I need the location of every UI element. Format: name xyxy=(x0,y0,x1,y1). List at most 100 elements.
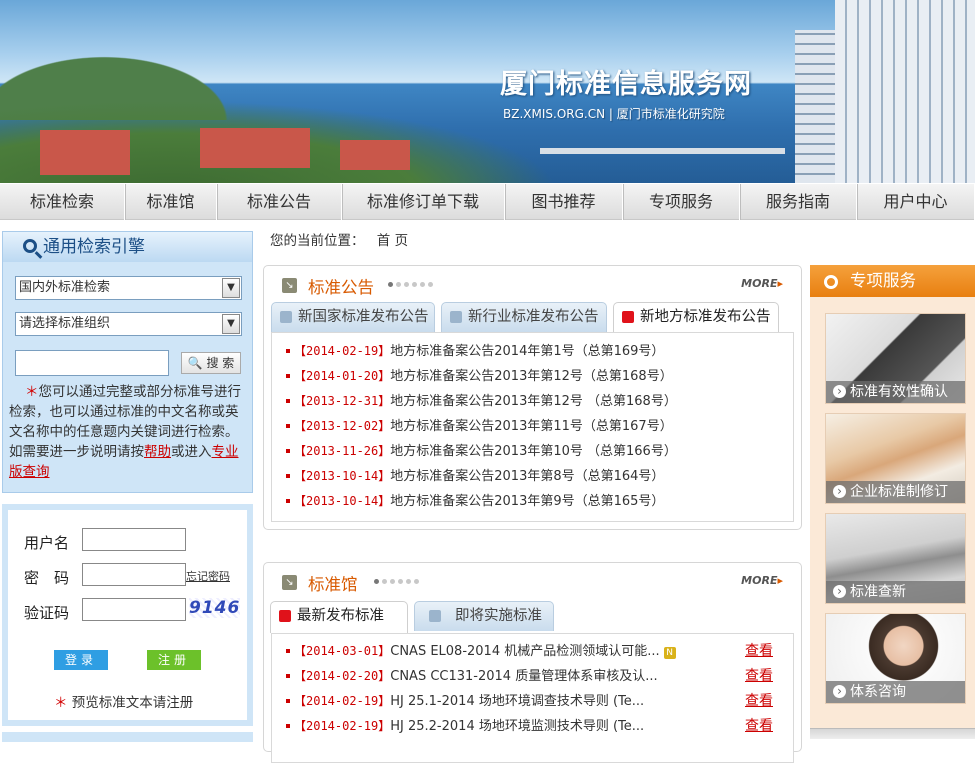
service-label: 标准查新 xyxy=(826,581,965,603)
arrow-box-icon: ↘ xyxy=(282,278,297,293)
tab-label: 新地方标准发布公告 xyxy=(640,309,771,325)
nav-item-book-recommend[interactable]: 图书推荐 xyxy=(505,184,623,220)
nav-item-revision-download[interactable]: 标准修订单下载 xyxy=(342,184,505,220)
left-bottom-panel xyxy=(2,732,253,742)
search-button-icon: 🔍 xyxy=(187,356,203,370)
service-label: 体系咨询 xyxy=(826,681,965,703)
item-date: 【2013-12-31】 xyxy=(294,394,391,408)
nav-item-standard-announcements[interactable]: 标准公告 xyxy=(217,184,342,220)
list-item[interactable]: 【2014-02-19】地方标准备案公告2014年第1号（总第169号） xyxy=(272,339,793,364)
chevron-down-icon[interactable]: ▼ xyxy=(222,278,240,298)
tab-local-announcements[interactable]: 新地方标准发布公告 xyxy=(613,302,779,334)
item-title[interactable]: 地方标准备案公告2013年第9号（总第165号） xyxy=(390,494,664,509)
view-link[interactable]: 查看 xyxy=(745,714,773,739)
keyword-input[interactable] xyxy=(15,350,169,376)
login-panel: 用户名 密 码 忘记密码 验证码 9146 登录 注册 ＊ 预览标准文本请注册 xyxy=(2,504,253,726)
tab-upcoming-implementation[interactable]: 即将实施标准 xyxy=(414,601,554,631)
tab-icon xyxy=(450,311,462,323)
login-button[interactable]: 登录 xyxy=(54,650,108,670)
nav-item-standard-search[interactable]: 标准检索 xyxy=(0,184,125,220)
tab-national-announcements[interactable]: 新国家标准发布公告 xyxy=(271,302,435,332)
nav-item-user-center[interactable]: 用户中心 xyxy=(857,184,975,220)
item-title[interactable]: HJ 25.2-2014 场地环境监测技术导则 (Te... xyxy=(390,719,644,734)
list-item[interactable]: 【2014-02-20】CNAS CC131-2014 质量管理体系审核及认..… xyxy=(272,664,793,689)
chevron-down-icon[interactable]: ▼ xyxy=(222,314,240,334)
banner-building xyxy=(200,128,310,168)
nav-item-special-services[interactable]: 专项服务 xyxy=(623,184,740,220)
breadcrumb-label: 您的当前位置： xyxy=(270,233,365,249)
nav-item-standard-library[interactable]: 标准馆 xyxy=(125,184,217,220)
standard-type-select-value: 国内外标准检索 xyxy=(19,280,111,295)
username-label: 用户名 xyxy=(24,534,70,552)
standard-org-select-value: 请选择标准组织 xyxy=(19,316,111,331)
service-validity-check[interactable]: 标准有效性确认 xyxy=(825,313,966,404)
right-bottom-panel xyxy=(810,728,975,739)
help-link[interactable]: 帮助 xyxy=(144,444,171,460)
announcements-more-link[interactable]: MORE xyxy=(741,277,783,290)
item-date: 【2014-02-19】 xyxy=(294,694,391,708)
service-system-consulting[interactable]: 体系咨询 xyxy=(825,613,966,704)
captcha-field[interactable] xyxy=(82,598,186,621)
list-item[interactable]: 【2014-02-19】HJ 25.2-2014 场地环境监测技术导则 (Te.… xyxy=(272,714,793,739)
item-title[interactable]: 地方标准备案公告2014年第1号（总第169号） xyxy=(390,344,664,359)
item-title[interactable]: 地方标准备案公告2013年第12号 （总第168号） xyxy=(390,394,677,409)
list-item[interactable]: 【2014-02-19】HJ 25.1-2014 场地环境调查技术导则 (Te.… xyxy=(272,689,793,714)
view-link[interactable]: 查看 xyxy=(745,639,773,664)
search-button[interactable]: 🔍 搜 索 xyxy=(181,352,241,374)
site-banner: 厦门标准信息服务网 BZ.XMIS.ORG.CN | 厦门市标准化研究院 xyxy=(0,0,975,183)
captcha-image[interactable]: 9146 xyxy=(189,598,241,618)
library-list: 【2014-03-01】CNAS EL08-2014 机械产品检测领域认可能..… xyxy=(271,633,794,763)
standard-type-select[interactable]: 国内外标准检索 ▼ xyxy=(15,276,242,300)
special-services-title: 专项服务 xyxy=(810,265,975,297)
item-date: 【2013-10-14】 xyxy=(294,494,391,508)
list-item[interactable]: 【2013-10-14】地方标准备案公告2013年第9号（总第165号） xyxy=(272,489,793,514)
nav-item-service-guide[interactable]: 服务指南 xyxy=(740,184,857,220)
announcements-header: ↘ 标准公告 MORE xyxy=(264,266,801,302)
item-date: 【2014-02-19】 xyxy=(294,719,391,733)
asterisk-icon: ＊ xyxy=(25,384,39,400)
tab-icon xyxy=(279,610,291,622)
list-item[interactable]: 【2014-03-01】CNAS EL08-2014 机械产品检测领域认可能..… xyxy=(272,639,793,664)
list-item[interactable]: 【2014-01-20】地方标准备案公告2013年第12号（总第168号） xyxy=(272,364,793,389)
item-title[interactable]: 地方标准备案公告2013年第12号（总第168号） xyxy=(390,369,672,384)
tab-label: 新国家标准发布公告 xyxy=(298,309,429,325)
breadcrumb-home-link[interactable]: 首 页 xyxy=(377,233,408,249)
forgot-password-link[interactable]: 忘记密码 xyxy=(186,568,230,584)
username-field[interactable] xyxy=(82,528,186,551)
item-title[interactable]: HJ 25.1-2014 场地环境调查技术导则 (Te... xyxy=(390,694,644,709)
search-panel-header: 通用检索引擎 xyxy=(3,232,252,262)
library-panel: ↘ 标准馆 MORE 最新发布标准 即将实施标准 【2014-03-01】CNA… xyxy=(263,562,802,763)
service-enterprise-standard[interactable]: 企业标准制修订 xyxy=(825,413,966,504)
item-title[interactable]: 地方标准备案公告2013年第10号 （总第166号） xyxy=(390,444,677,459)
tab-icon xyxy=(280,311,292,323)
search-button-label: 搜 索 xyxy=(206,356,235,370)
tab-label: 即将实施标准 xyxy=(455,608,542,624)
library-more-link[interactable]: MORE xyxy=(741,574,783,587)
item-title[interactable]: 地方标准备案公告2013年第8号（总第164号） xyxy=(390,469,664,484)
asterisk-icon: ＊ xyxy=(54,695,68,711)
list-item[interactable]: 【2013-11-26】地方标准备案公告2013年第10号 （总第166号） xyxy=(272,439,793,464)
banner-building xyxy=(340,140,410,170)
item-date: 【2013-12-02】 xyxy=(294,419,391,433)
new-badge: N xyxy=(663,647,676,659)
tab-icon xyxy=(622,311,634,323)
list-item[interactable]: 【2013-12-31】地方标准备案公告2013年第12号 （总第168号） xyxy=(272,389,793,414)
search-help-mid: 或进入 xyxy=(171,444,212,460)
banner-pier xyxy=(540,148,785,154)
item-title[interactable]: CNAS CC131-2014 质量管理体系审核及认... xyxy=(390,669,657,684)
register-button[interactable]: 注册 xyxy=(147,650,201,670)
search-panel: 通用检索引擎 国内外标准检索 ▼ 请选择标准组织 ▼ 🔍 搜 索 ＊您可以通过完… xyxy=(2,231,253,493)
password-field[interactable] xyxy=(82,563,186,586)
view-link[interactable]: 查看 xyxy=(745,664,773,689)
view-link[interactable]: 查看 xyxy=(745,689,773,714)
list-item[interactable]: 【2013-10-14】地方标准备案公告2013年第8号（总第164号） xyxy=(272,464,793,489)
tab-label: 最新发布标准 xyxy=(297,608,384,624)
tab-latest-published[interactable]: 最新发布标准 xyxy=(270,601,408,633)
tab-industry-announcements[interactable]: 新行业标准发布公告 xyxy=(441,302,607,332)
item-title[interactable]: 地方标准备案公告2013年第11号（总第167号） xyxy=(390,419,672,434)
item-title[interactable]: CNAS EL08-2014 机械产品检测领域认可能... xyxy=(390,644,659,659)
list-item[interactable]: 【2013-12-02】地方标准备案公告2013年第11号（总第167号） xyxy=(272,414,793,439)
item-date: 【2014-01-20】 xyxy=(294,369,391,383)
standard-org-select[interactable]: 请选择标准组织 ▼ xyxy=(15,312,242,336)
service-novelty-search[interactable]: 标准查新 xyxy=(825,513,966,604)
